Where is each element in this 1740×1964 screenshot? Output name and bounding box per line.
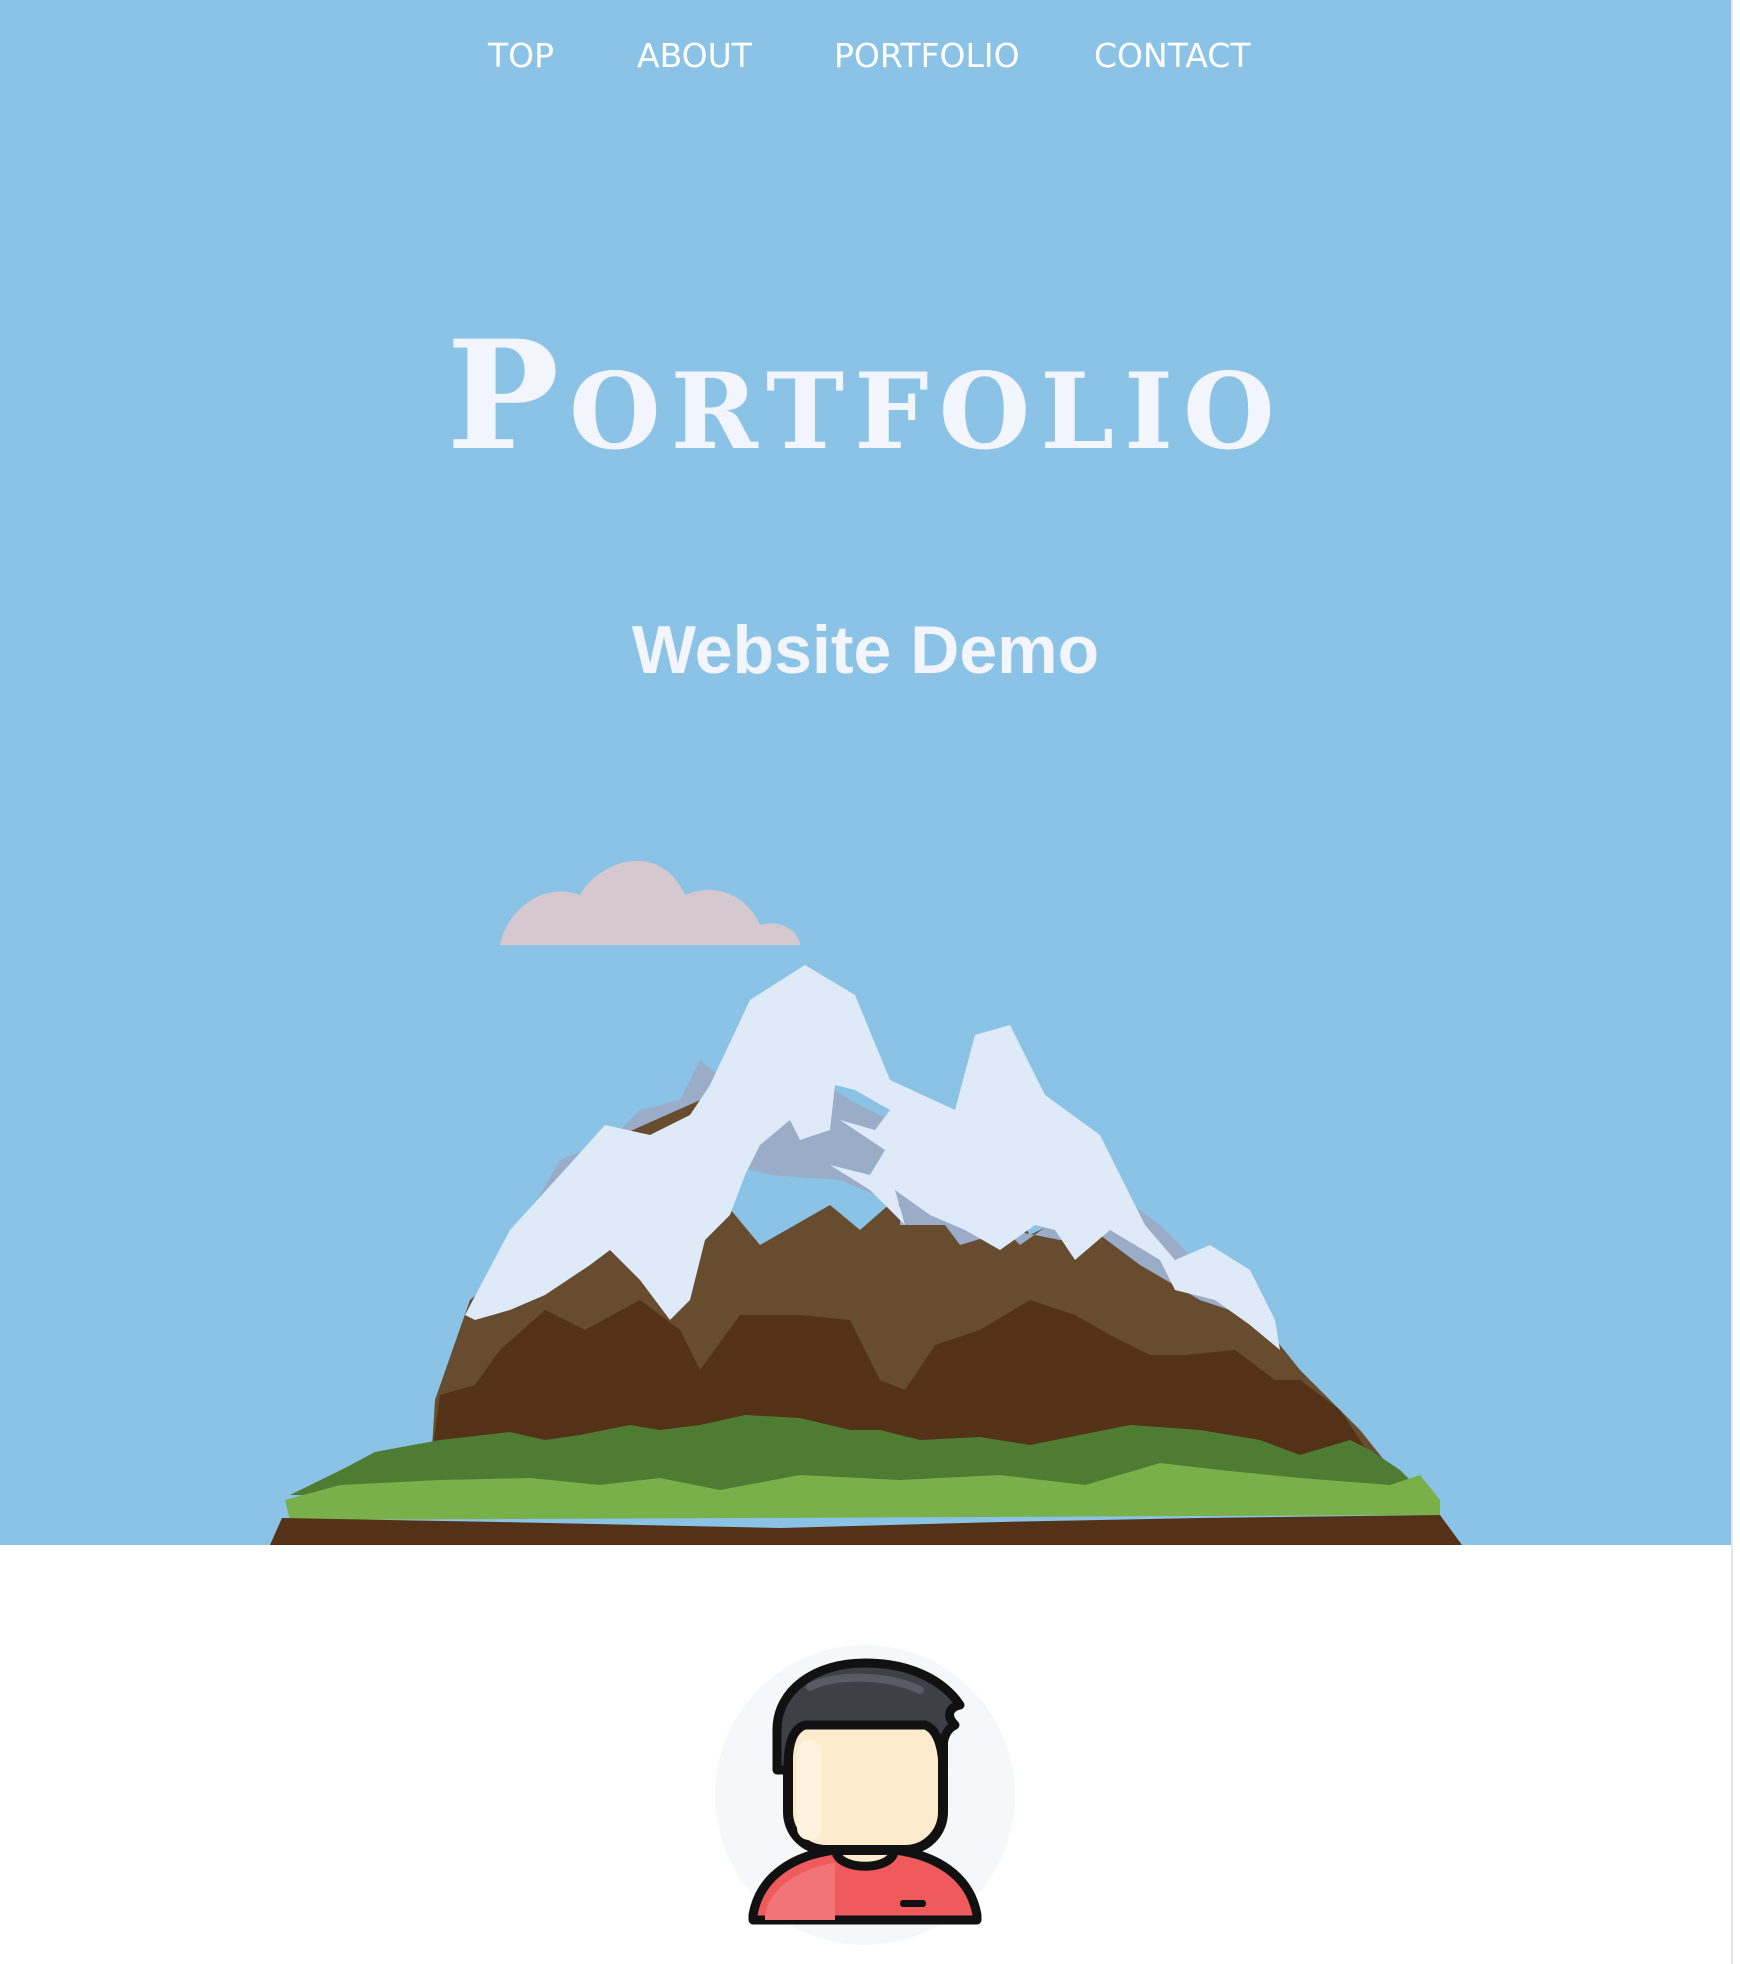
mountain-illustration <box>270 860 1462 1545</box>
nav-link-about[interactable]: ABOUT <box>637 26 752 86</box>
hero-section: TOP ABOUT PORTFOLIO CONTACT Portfolio We… <box>0 0 1731 1545</box>
hero-title: Portfolio <box>446 307 1285 484</box>
profile-avatar <box>715 1645 1015 1945</box>
nav-link-portfolio[interactable]: PORTFOLIO <box>834 26 1020 86</box>
scrollbar-edge <box>1731 0 1740 1964</box>
top-navigation: TOP ABOUT PORTFOLIO CONTACT <box>0 26 1731 86</box>
nav-link-contact[interactable]: CONTACT <box>1094 26 1251 86</box>
soil-base <box>270 1515 1462 1545</box>
user-avatar-icon <box>715 1645 1015 1945</box>
nav-link-top[interactable]: TOP <box>488 26 554 86</box>
hero-subtitle: Website Demo <box>631 612 1100 689</box>
cloud-icon <box>500 860 800 945</box>
